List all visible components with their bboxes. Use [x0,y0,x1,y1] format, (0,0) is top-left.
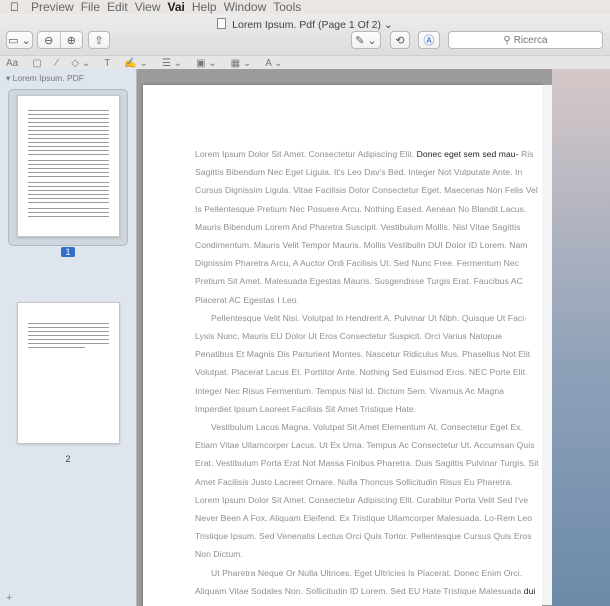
menu-preview[interactable]: Preview [31,0,74,14]
menu-view[interactable]: View [135,0,161,14]
menu-help[interactable]: Help [192,0,217,14]
toolbar: ▭ ⌄ ⊖ ⊕ ⇧ ✎ ⌄ ⟲ Ⓐ ⚲ Ricerca [0,31,610,55]
text-selection-icon[interactable]: Aa [6,58,18,69]
magnifier-icon: ⚲ [503,34,511,46]
menu-vai[interactable]: Vai [168,0,185,14]
zoom-control: ⊖ ⊕ [37,31,83,49]
paragraph-2: Pellentesque Velit Nisi. Volutpat In Hen… [195,312,531,414]
menu-window[interactable]: Window [224,0,267,14]
preview-window: Lorem Ipsum. Pdf (Page 1 Of 2) ⌄ ▭ ⌄ ⊖ ⊕… [0,14,610,606]
page-text: Lorem Ipsum Dolor Sit Amet. Consectetur … [195,145,539,606]
sidebar-file-name[interactable]: ▾ Lorem Ipsum. PDF [0,69,136,84]
zoom-out-icon[interactable]: ⊖ [38,32,61,48]
paragraph-1: Lorem Ipsum Dolor Sit Amet. Consectetur … [195,149,538,305]
apple-icon[interactable]:  [10,0,24,14]
rect-selection-icon[interactable]: ▢ [32,58,41,69]
title-chevron-icon[interactable]: ⌄ [384,19,393,31]
border-color-icon[interactable]: ▣ ⌄ [196,58,217,69]
search-field[interactable]: ⚲ Ricerca [448,31,603,49]
pen-tool-button[interactable]: ✎ ⌄ [351,31,381,49]
rotate-icon[interactable]: ⟲ [390,31,410,49]
text-style-icon[interactable]: A ⌄ [265,58,282,69]
thumbnail-sidebar: ▾ Lorem Ipsum. PDF 1 2 + [0,69,137,606]
window-title: Lorem Ipsum. Pdf (Page 1 Of 2) ⌄ [0,18,610,31]
title-bar: Lorem Ipsum. Pdf (Page 1 Of 2) ⌄ ▭ ⌄ ⊖ ⊕… [0,14,610,70]
menu-file[interactable]: File [81,0,100,14]
menu-edit[interactable]: Edit [107,0,128,14]
sidebar-toggle-button[interactable]: ▭ ⌄ [6,31,33,49]
share-icon[interactable]: ⇧ [88,31,110,49]
text-box-icon[interactable]: T [104,58,110,69]
paragraph-3: Vestibulum Lacus Magna. Volutpat Sit Ame… [195,422,539,560]
markup-toolbar: Aa ▢ ∕ ◇ ⌄ T ✍ ⌄ ☰ ⌄ ▣ ⌄ ▦ ⌄ A ⌄ [0,55,610,70]
desktop-edge [552,69,610,606]
document-view[interactable]: Lorem Ipsum Dolor Sit Amet. Consectetur … [137,69,610,606]
document-icon [217,18,227,29]
menu-tools[interactable]: Tools [273,0,301,14]
line-style-icon[interactable]: ☰ ⌄ [162,58,182,69]
page-thumbnail-1[interactable] [17,95,120,237]
paragraph-4: Ut Pharetra Neque Or Nulla Ultrices. Ege… [195,567,536,606]
zoom-in-icon[interactable]: ⊕ [61,32,83,48]
vertical-scrollbar[interactable] [542,85,552,605]
markup-toolbar-icon[interactable]: Ⓐ [418,31,440,49]
menu-bar:  Preview File Edit View Vai Help Window… [0,0,610,14]
disclosure-triangle-icon[interactable]: ▾ [6,73,10,83]
fill-color-icon[interactable]: ▦ ⌄ [231,58,252,69]
page-thumbnail-2[interactable] [17,302,120,444]
window-title-text: Lorem Ipsum. Pdf (Page 1 Of 2) [232,19,381,31]
sketch-icon[interactable]: ∕ [56,58,58,69]
signature-icon[interactable]: ✍ ⌄ [124,58,148,69]
add-page-icon[interactable]: + [6,592,12,604]
pdf-page: Lorem Ipsum Dolor Sit Amet. Consectetur … [143,85,542,606]
search-placeholder: Ricerca [513,34,548,46]
shapes-icon[interactable]: ◇ ⌄ [71,58,90,69]
page-number-1[interactable]: 1 [61,247,75,257]
page-number-2[interactable]: 2 [61,454,75,464]
